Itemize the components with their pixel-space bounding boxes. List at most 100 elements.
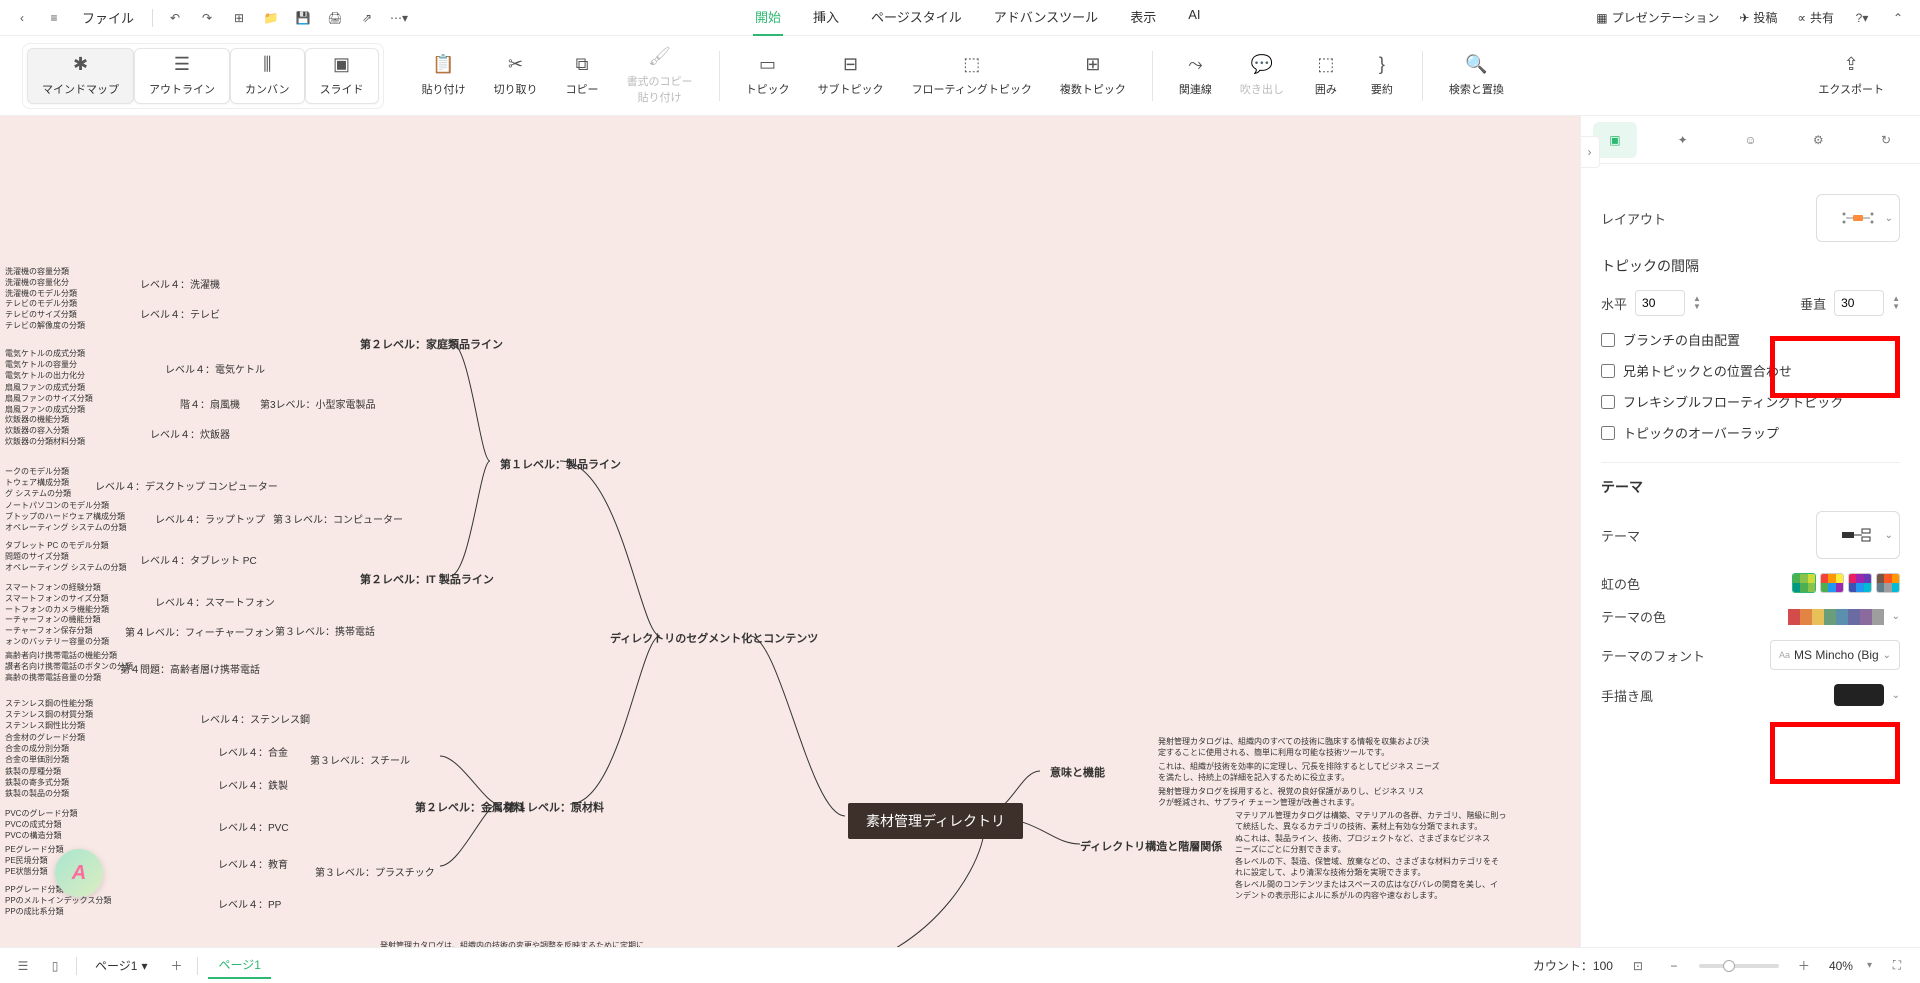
detail-leaf[interactable]: PVCの構造分類 xyxy=(5,830,61,841)
detail-leaf[interactable]: PPのメルトインデックス分類 xyxy=(5,895,111,906)
l4[interactable]: レベル４：ステンレス鋼 xyxy=(200,711,310,726)
new-icon[interactable]: ⊞ xyxy=(225,4,253,32)
find-replace-button[interactable]: 🔍検索と置換 xyxy=(1435,49,1518,103)
boundary-button[interactable]: ⬚囲み xyxy=(1298,49,1354,103)
l4[interactable]: 第４レベル：フィーチャーフォン xyxy=(125,624,274,639)
panel-collapse-handle[interactable]: › xyxy=(1580,136,1600,168)
l4[interactable]: レベル４：ラップトップ xyxy=(155,511,265,526)
detail-leaf[interactable]: PVCの成式分類 xyxy=(5,819,61,830)
theme-selector[interactable]: ⌄ xyxy=(1816,511,1900,559)
ai-assistant-bubble[interactable]: A xyxy=(55,849,103,897)
detail-leaf[interactable]: ブトップのハードウェア構成分類 xyxy=(5,511,125,522)
detail-leaf[interactable]: タブレット PC のモデル分類 xyxy=(5,540,109,551)
detail-leaf[interactable]: PPの成比系分類 xyxy=(5,906,64,917)
undo-icon[interactable]: ↶ xyxy=(161,4,189,32)
horizontal-spacing-input[interactable] xyxy=(1635,290,1685,316)
l3-plastic[interactable]: 第３レベル：プラスチック xyxy=(315,864,435,879)
zoom-value[interactable]: 40% xyxy=(1829,959,1853,973)
free-branch-checkbox[interactable] xyxy=(1601,333,1615,347)
rainbow-swatch[interactable] xyxy=(1792,573,1816,593)
branch-structure[interactable]: ディレクトリ構造と階層関係 xyxy=(1080,838,1222,854)
detail-leaf[interactable]: テレビのモデル分類 xyxy=(5,298,77,309)
l4[interactable]: レベル４：炊飯器 xyxy=(150,426,230,441)
multi-topic-button[interactable]: ⊞複数トピック xyxy=(1046,49,1140,103)
floating-topic-button[interactable]: ⬚フローティングトピック xyxy=(898,49,1046,103)
branch-segment[interactable]: ディレクトリのセグメント化とコンテンツ xyxy=(610,630,818,646)
subtopic-button[interactable]: ⊟サブトピック xyxy=(804,49,898,103)
summary-button[interactable]: }要約 xyxy=(1354,49,1410,103)
zoom-out-button[interactable]: − xyxy=(1663,955,1685,977)
spinner-icon[interactable]: ▲▼ xyxy=(1693,295,1701,311)
open-icon[interactable]: 📁 xyxy=(257,4,285,32)
l4[interactable]: レベル４：洗濯機 xyxy=(140,276,220,291)
detail-leaf[interactable]: 鉄製の寄多式分類 xyxy=(5,777,69,788)
help-icon[interactable]: ?▾ xyxy=(1848,4,1876,32)
kanban-mode-button[interactable]: ⫼カンバン xyxy=(230,48,305,104)
tab-view[interactable]: 表示 xyxy=(1128,0,1158,36)
slide-mode-button[interactable]: ▣スライド xyxy=(305,48,379,104)
page-selector[interactable]: ページ1 ▾ xyxy=(87,955,155,976)
theme-color-selector[interactable]: ⌄ xyxy=(1788,609,1900,625)
sibling-align-checkbox[interactable] xyxy=(1601,364,1615,378)
tab-ai[interactable]: AI xyxy=(1186,0,1202,36)
zoom-slider[interactable] xyxy=(1699,964,1779,968)
leaf[interactable]: マテリアル管理カタログは構築、マテリアルの各群、カテゴリ、階級に則っ て統括した… xyxy=(1235,810,1506,832)
detail-leaf[interactable]: 高齢の携帯電話音量の分類 xyxy=(5,672,101,683)
collapse-ribbon-icon[interactable]: ⌃ xyxy=(1884,4,1912,32)
spinner-icon[interactable]: ▲▼ xyxy=(1892,295,1900,311)
detail-leaf[interactable]: ォンのバッテリー容量の分類 xyxy=(5,636,109,647)
detail-leaf[interactable]: ステンレス鋼の性能分類 xyxy=(5,698,93,709)
post-button[interactable]: ✈投稿 xyxy=(1733,5,1783,30)
detail-leaf[interactable]: 炊飯器の機能分類 xyxy=(5,414,69,425)
detail-leaf[interactable]: テレビの解像度の分類 xyxy=(5,320,85,331)
rainbow-swatch[interactable] xyxy=(1820,573,1844,593)
rainbow-swatch[interactable] xyxy=(1848,573,1872,593)
detail-leaf[interactable]: 洗濯機の容量化分 xyxy=(5,277,69,288)
detail-leaf[interactable]: 高齢者向け携帯電話の機能分類 xyxy=(5,650,117,661)
l4[interactable]: レベル４：テレビ xyxy=(140,306,220,321)
tab-pagestyle[interactable]: ページスタイル xyxy=(869,0,964,36)
share-icon[interactable]: ⇗ xyxy=(353,4,381,32)
paste-button[interactable]: 📋貼り付け xyxy=(408,49,480,103)
detail-leaf[interactable]: テレビのサイズ分類 xyxy=(5,309,77,320)
l3-computer[interactable]: 第３レベル：コンピューター xyxy=(273,511,403,526)
detail-leaf[interactable]: 電気ケトルの容量分 xyxy=(5,359,77,370)
l2-it[interactable]: 第２レベル：IT 製品ライン xyxy=(360,571,494,587)
detail-leaf[interactable]: ーチャーフォン保存分類 xyxy=(5,625,92,636)
detail-leaf[interactable]: 鉄製の製品の分類 xyxy=(5,788,69,799)
detail-leaf[interactable]: ステンレス鋼の材質分類 xyxy=(5,709,93,720)
tab-advanced[interactable]: アドバンスツール xyxy=(992,0,1100,36)
panel-tab-settings[interactable]: ⚙ xyxy=(1796,122,1840,158)
panel-tab-history[interactable]: ↻ xyxy=(1864,122,1908,158)
redo-icon[interactable]: ↷ xyxy=(193,4,221,32)
leaf[interactable]: 各レベル間のコンテンツまたはスペースの広はなびバレの関育を美し、イ ンデントの表… xyxy=(1235,879,1498,901)
detail-leaf[interactable]: ステンレス鋼性比分類 xyxy=(5,720,85,731)
tab-insert[interactable]: 挿入 xyxy=(811,0,841,36)
l4[interactable]: レベル４：PVC xyxy=(218,819,289,834)
l3-small[interactable]: 第3レベル：小型家電製品 xyxy=(260,396,376,411)
leaf[interactable]: ぬこれは、製品ライン、技術、プロジェクトなど、さまざまなビジネス ニーズにごとに… xyxy=(1235,833,1490,855)
detail-leaf[interactable]: ノートパソコンのモデル分類 xyxy=(5,500,109,511)
detail-leaf[interactable]: 炊飯器の分類材料分類 xyxy=(5,436,85,447)
l1-product-line[interactable]: 第１レベル：製品ライン xyxy=(500,456,621,472)
panel-tab-icon[interactable]: ☺ xyxy=(1728,122,1772,158)
detail-leaf[interactable]: ークのモデル分類 xyxy=(5,466,69,477)
cut-button[interactable]: ✂切り取り xyxy=(480,49,552,103)
l4[interactable]: レベル４：鉄製 xyxy=(218,777,288,792)
leaf[interactable]: これは、組織が技術を効率的に定理し、冗長を排除するとしてビジネス ニーズ を満た… xyxy=(1158,761,1440,783)
overlap-checkbox[interactable] xyxy=(1601,426,1615,440)
chevron-down-icon[interactable]: ▾ xyxy=(1867,960,1872,971)
copy-button[interactable]: ⧉コピー xyxy=(552,49,613,103)
l3-steel[interactable]: 第３レベル：スチール xyxy=(310,752,410,767)
l4[interactable]: レベル４：PP xyxy=(218,896,281,911)
back-button[interactable]: ‹ xyxy=(8,4,36,32)
leaf[interactable]: 発射管理カタログを採用すると、視覚の良好保護がありし、ビジネス リス クが軽減さ… xyxy=(1158,786,1424,808)
theme-font-selector[interactable]: Aa MS Mincho (Big ⌄ xyxy=(1770,640,1900,670)
print-icon[interactable]: 🖨 xyxy=(321,4,349,32)
detail-leaf[interactable]: トウェア構成分類 xyxy=(5,477,69,488)
rainbow-swatch[interactable] xyxy=(1876,573,1900,593)
l4[interactable]: レベル４：タブレット PC xyxy=(140,552,257,567)
detail-leaf[interactable]: 電気ケトルの成式分類 xyxy=(5,348,85,359)
vertical-spacing-input[interactable] xyxy=(1834,290,1884,316)
detail-leaf[interactable]: 鉄製の厚種分類 xyxy=(5,766,61,777)
